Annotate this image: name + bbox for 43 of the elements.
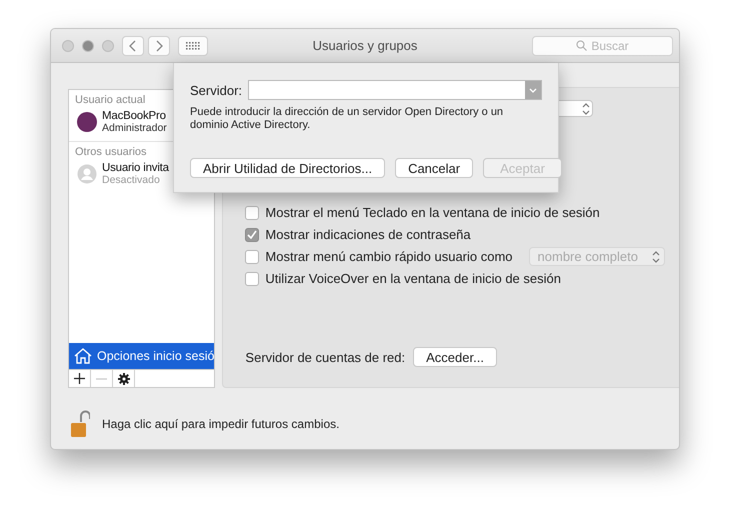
forward-button[interactable] [148, 36, 170, 56]
option-label: Mostrar el menú Teclado en la ventana de inicio de sesión [265, 205, 600, 220]
minimize-button[interactable] [82, 40, 94, 52]
chevron-down-icon [529, 88, 537, 92]
checkbox[interactable] [245, 228, 260, 242]
zoom-button[interactable] [102, 40, 114, 52]
option-label: Mostrar menú cambio rápido usuario como [265, 249, 513, 264]
stepper-icon [582, 102, 590, 114]
open-padlock-icon[interactable] [70, 410, 90, 438]
minus-icon [96, 378, 107, 380]
section-heading: Otros usuarios [74, 145, 148, 160]
user-name: MacBookPro [102, 110, 167, 122]
option-label: Mostrar indicaciones de contraseña [265, 227, 471, 242]
stepper-icon [652, 250, 660, 262]
join-button[interactable]: Acceder... [413, 347, 497, 367]
sheet-button[interactable]: Abrir Utilidad de Directorios... [190, 158, 386, 178]
user-silhouette-icon [77, 164, 97, 184]
avatar-icon [77, 112, 97, 132]
checkbox[interactable] [245, 250, 260, 264]
option-label: Utilizar VoiceOver en la ventana de inicio de sesión [265, 271, 561, 286]
close-button[interactable] [62, 40, 74, 52]
help-text: Puede introducir la dirección de un servidor Open Directory o un dominio Active Directory. [190, 106, 504, 132]
lock-hint[interactable]: Haga clic aquí para impedir futuros cambios. [102, 417, 340, 431]
checkbox[interactable] [245, 206, 260, 220]
back-button[interactable] [122, 36, 144, 56]
house-icon [74, 348, 92, 364]
user-role: Administrador [102, 122, 167, 134]
show-all-button[interactable] [178, 36, 208, 56]
sheet-button[interactable]: Cancelar [395, 158, 474, 178]
window-title: Usuarios y grupos [312, 38, 418, 53]
plus-icon [74, 373, 85, 384]
search-icon [576, 40, 588, 51]
server-label: Servidor: [190, 82, 242, 98]
network-server-label: Servidor de cuentas de red: [245, 350, 406, 364]
checkbox[interactable] [245, 272, 260, 286]
chevron-right-icon [155, 40, 163, 52]
chevron-left-icon [129, 40, 137, 52]
login-options-item[interactable]: Opciones inicio sesió [69, 343, 214, 369]
user-name: Usuario invita [102, 162, 169, 174]
user-role: Desactivado [102, 174, 161, 186]
server-combo-field[interactable] [248, 80, 542, 100]
settings-icon [118, 372, 130, 384]
grid-icon [186, 42, 200, 50]
